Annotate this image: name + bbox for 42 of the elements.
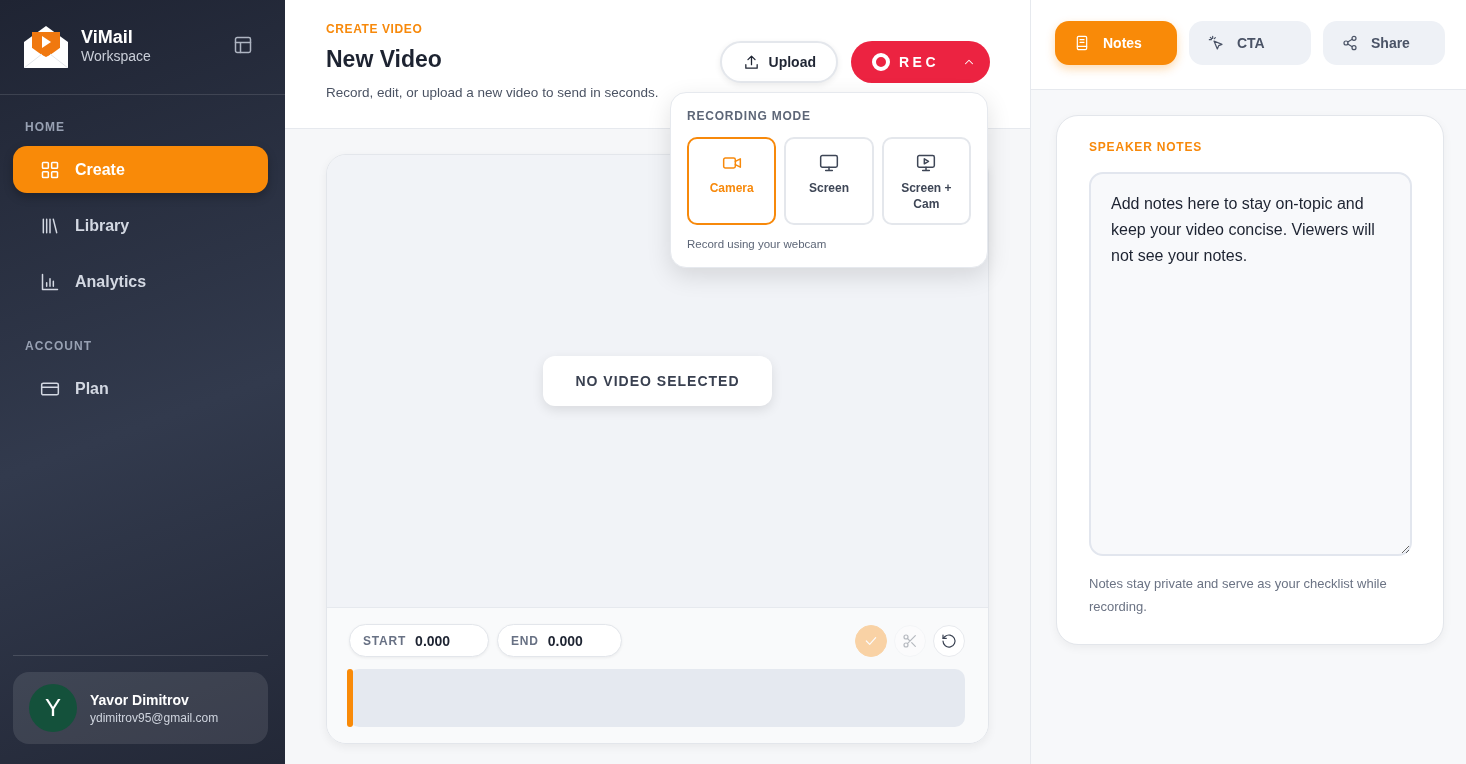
user-card[interactable]: Y Yavor Dimitrov ydimitrov95@gmail.com [13, 672, 268, 744]
cursor-click-icon [1208, 35, 1224, 51]
mode-hint: Record using your webcam [687, 238, 827, 250]
end-time-field[interactable]: END 0.000 [497, 624, 622, 657]
page-title: New Video [326, 46, 442, 73]
trim-handle[interactable] [347, 669, 353, 727]
notes-field[interactable]: Add notes here to stay on-topic and keep your video concise. Viewers will not see your notes. [1089, 172, 1412, 556]
brand-subtitle: Workspace [81, 48, 152, 64]
monitor-play-icon [916, 153, 937, 173]
nav-item[interactable]: Library [13, 202, 268, 249]
section-heading: HOME [25, 120, 65, 134]
record-dot-icon [872, 53, 890, 71]
mode-option[interactable]: Screen [784, 137, 874, 225]
user-name: Yavor Dimitrov [90, 691, 190, 708]
avatar: Y [29, 684, 77, 732]
start-time-field[interactable]: START 0.000 [349, 624, 489, 657]
nav-item[interactable]: Analytics [13, 258, 268, 305]
reset-button[interactable] [933, 624, 965, 657]
section-heading: ACCOUNT [25, 339, 92, 353]
upload-button[interactable]: Upload [719, 41, 838, 83]
menu-heading: RECORDING MODE [687, 109, 811, 123]
grid-icon [40, 159, 60, 180]
user-email: ydimitrov95@gmail.com [90, 710, 219, 725]
notebook-icon [1074, 35, 1090, 51]
reset-icon [941, 632, 957, 649]
card-heading: SPEAKER NOTES [1089, 140, 1203, 154]
empty-state-label: NO VIDEO SELECTED [543, 356, 772, 406]
upload-icon [742, 53, 760, 71]
share-icon [1342, 35, 1358, 51]
bar-chart-icon [40, 271, 60, 292]
panel-layout-icon[interactable] [233, 35, 253, 55]
page-subtitle: Record, edit, or upload a new video to send in seconds. [326, 85, 659, 100]
brand-name: ViMail [81, 26, 134, 48]
page-eyebrow: CREATE VIDEO [326, 22, 423, 36]
tab[interactable]: CTA [1189, 21, 1311, 65]
notes-footnote: Notes stay private and serve as your checklist while recording. [1089, 575, 1388, 616]
record-button[interactable]: REC [851, 41, 990, 83]
tab[interactable]: Share [1323, 21, 1445, 65]
scissors-icon [902, 632, 918, 649]
nav-item[interactable]: Plan [13, 365, 268, 412]
monitor-icon [819, 153, 839, 173]
mode-option[interactable]: Screen + Cam [881, 137, 971, 225]
